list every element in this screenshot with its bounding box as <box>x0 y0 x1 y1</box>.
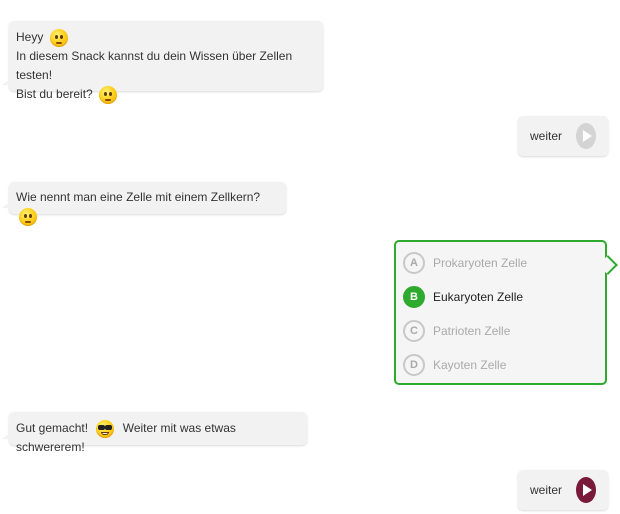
thinking-face-icon <box>99 85 118 104</box>
weiter-button[interactable]: weiter <box>518 470 608 510</box>
feedback-text-1: Gut gemacht! <box>16 421 89 435</box>
option-text-b: Eukaryoten Zelle <box>433 290 524 304</box>
bot-message-feedback: Gut gemacht! Weiter mit was etwas schwer… <box>2 412 307 454</box>
answer-option-c[interactable]: C Patrioten Zelle <box>403 318 510 344</box>
answer-option-b[interactable]: B Eukaryoten Zelle <box>403 284 523 310</box>
option-letter-d: D <box>403 354 425 376</box>
greeting-line-3: Bist du bereit? <box>16 85 316 104</box>
option-text-c: Patrioten Zelle <box>433 324 511 338</box>
bot-message-question: Wie nennt man eine Zelle mit einem Zellk… <box>2 182 286 226</box>
answer-option-d[interactable]: D Kayoten Zelle <box>403 352 506 378</box>
thinking-face-icon <box>19 207 37 226</box>
bot-message-greeting: Heyy In diesem Snack kannst du dein Wiss… <box>2 21 323 104</box>
thinking-face-icon <box>49 28 68 47</box>
greeting-line-2: In diesem Snack kannst du dein Wissen üb… <box>16 49 293 82</box>
option-text-d: Kayoten Zelle <box>433 358 507 372</box>
option-letter-a: A <box>403 252 425 274</box>
greeting-line-1: Heyy <box>16 28 316 47</box>
question-text: Wie nennt man eine Zelle mit einem Zellk… <box>16 190 261 204</box>
sunglasses-face-icon <box>96 419 115 438</box>
weiter-button-answered[interactable]: weiter <box>518 116 608 156</box>
option-letter-c: C <box>403 320 425 342</box>
weiter-label: weiter <box>530 129 563 143</box>
option-letter-b: B <box>403 286 425 308</box>
option-text-a: Prokaryoten Zelle <box>433 256 528 270</box>
answer-options-card: A Prokaryoten Zelle B Eukaryoten Zelle C… <box>394 240 607 385</box>
weiter-label: weiter <box>530 483 563 497</box>
play-icon <box>576 123 596 149</box>
play-icon <box>576 477 596 503</box>
answer-option-a[interactable]: A Prokaryoten Zelle <box>403 250 527 276</box>
